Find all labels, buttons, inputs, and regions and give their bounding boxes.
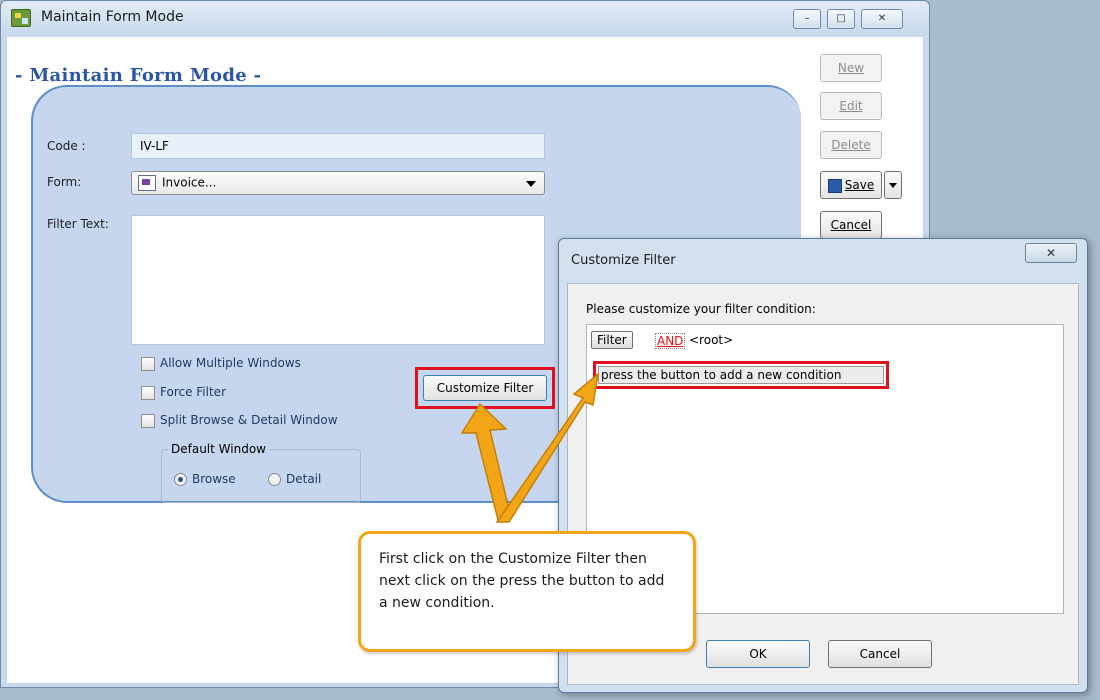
instruction-callout: First click on the Customize Filter then…	[358, 531, 696, 652]
arrow-to-customize-filter	[460, 402, 512, 521]
arrow-to-add-condition	[495, 372, 600, 523]
